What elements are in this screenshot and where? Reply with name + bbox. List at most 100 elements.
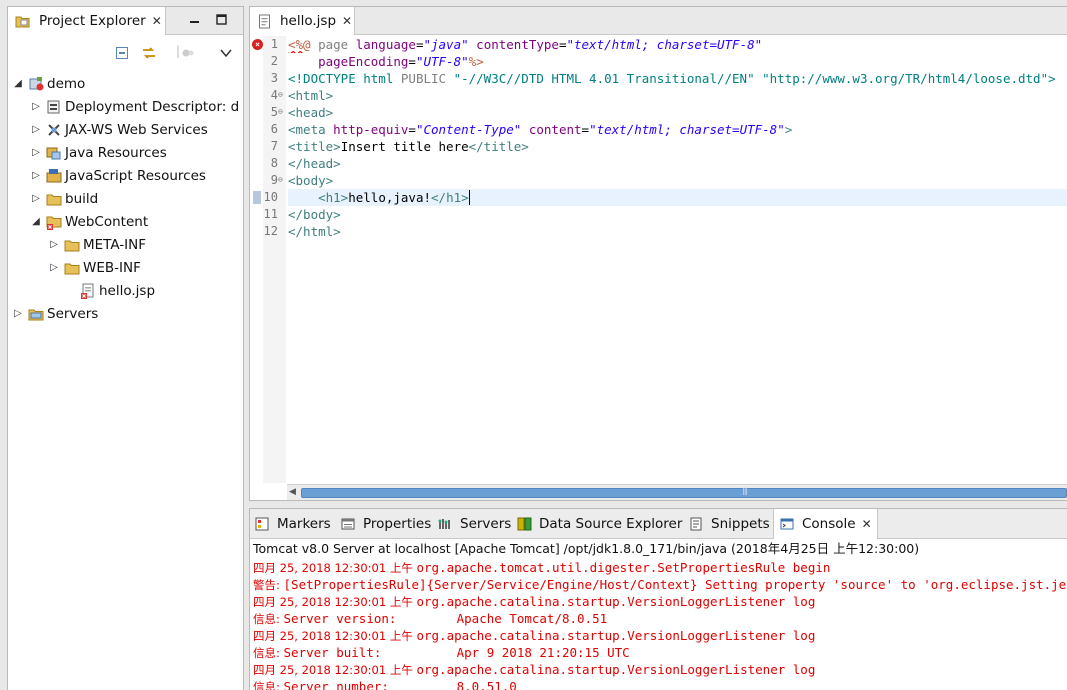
console-line: 四月 25, 2018 12:30:01 上午 org.apache.tomca… [253,560,831,575]
console-line: 警告: [SetPropertiesRule]{Server/Service/E… [253,577,1067,592]
console-line: 信息: Server built: Apr 9 2018 21:20:15 UT… [253,645,630,660]
current-code-line: <h1>hello,java!</h1> [288,189,1067,206]
chevron-right-icon[interactable]: ▷ [30,101,42,112]
chevron-right-icon[interactable]: ▷ [30,170,42,181]
tree-item-meta-inf[interactable]: ▷ META-INF [8,233,243,256]
line-number: 6 [270,122,278,136]
tree-item-deployment-descriptor[interactable]: ▷ Deployment Descriptor: d [8,95,243,118]
line-number: 2 [270,54,278,68]
code-editor[interactable]: × 1 2 3 4 ⊖ 5 ⊖ 6 7 8 9 ⊖ 10 11 12 <%@ p… [250,36,1067,483]
console-line: 四月 25, 2018 12:30:01 上午 org.apache.catal… [253,628,816,643]
maximize-icon[interactable] [216,14,227,28]
javascript-resources-icon [46,168,62,184]
line-number: 3 [270,71,278,85]
tree-item-label: build [65,190,99,207]
folder-error-icon [46,214,62,230]
code-line: <%@ page language="java" contentType="te… [288,37,763,52]
chevron-right-icon[interactable]: ▷ [48,239,60,250]
tree-item-label: JavaScript Resources [65,167,206,184]
tree-item-label: JAX-WS Web Services [65,121,208,138]
chevron-right-icon[interactable]: ▷ [12,308,24,319]
folder-icon [64,237,80,253]
tab-properties[interactable]: Properties [340,509,431,539]
tree-item-label: Servers [47,305,99,322]
error-icon[interactable]: × [252,39,263,50]
snippets-icon [688,516,704,532]
collapse-all-icon[interactable] [114,45,130,61]
web-project-icon [28,76,44,92]
line-number: 11 [263,207,278,221]
tab-markers[interactable]: Markers [254,509,331,539]
close-icon[interactable]: ✕ [152,14,162,28]
tree-item-label: Java Resources [65,144,167,161]
tree-item-label: Deployment Descriptor: d [65,98,240,115]
tree-item-label: META-INF [83,236,147,253]
tree-item-webcontent[interactable]: ◢ WebContent [8,210,243,233]
data-source-icon [516,516,532,532]
chevron-right-icon[interactable]: ▷ [30,124,42,135]
horizontal-scrollbar[interactable]: ◀ ||| [287,484,1067,500]
console-line: 信息: Server version: Apache Tomcat/8.0.51 [253,611,608,626]
tree-item-java-resources[interactable]: ▷ Java Resources [8,141,243,164]
project-explorer-view: Project Explorer ✕ | ◢ demo ▷ Deployment… [7,6,244,690]
focus-icon[interactable] [180,45,196,61]
line-number: 5 [270,105,278,119]
editor-area: hello.jsp ✕ × 1 2 3 4 ⊖ 5 ⊖ 6 7 8 9 ⊖ 10… [249,6,1067,501]
link-with-editor-icon[interactable] [141,45,157,61]
jsp-file-error-icon [80,283,96,299]
close-icon[interactable]: ✕ [342,14,352,28]
folder-icon [46,191,62,207]
tree-item-jax-ws[interactable]: ▷ JAX-WS Web Services [8,118,243,141]
tree-item-label: WebContent [65,213,149,230]
code-line: <head> [288,105,334,120]
code-text[interactable]: <%@ page language="java" contentType="te… [288,36,1067,483]
chevron-down-icon[interactable]: ◢ [30,216,42,227]
tree-item-label: WEB-INF [83,259,141,276]
servers-icon [437,516,453,532]
servers-folder-icon [28,306,44,322]
fold-icon[interactable]: ⊖ [278,171,287,188]
code-line: <meta http-equiv="Content-Type" content=… [288,122,793,137]
tab-hello-jsp[interactable]: hello.jsp ✕ [250,7,355,35]
editor-tabbar: hello.jsp ✕ [250,7,1067,35]
tree-item-hello-jsp[interactable]: hello.jsp [8,279,243,302]
fold-icon[interactable]: ⊖ [278,86,287,103]
code-line: pageEncoding="UTF-8"%> [288,54,484,69]
scroll-left-icon[interactable]: ◀ [289,487,296,497]
annotation-ruler: × [250,36,263,483]
project-explorer-icon [14,13,30,29]
tab-data-source-explorer[interactable]: Data Source Explorer [516,509,682,539]
console-line: 四月 25, 2018 12:30:01 上午 org.apache.catal… [253,662,816,677]
tree-item-demo[interactable]: ◢ demo [8,72,243,95]
tab-snippets[interactable]: Snippets [688,509,770,539]
project-tree: ◢ demo ▷ Deployment Descriptor: d ▷ JAX-… [8,69,243,325]
tree-item-build[interactable]: ▷ build [8,187,243,210]
chevron-right-icon[interactable]: ▷ [48,262,60,273]
code-line: <title>Insert title here</title> [288,139,529,154]
chevron-right-icon[interactable]: ▷ [30,147,42,158]
line-number: 4 [270,88,278,102]
eclipse-workbench: Project Explorer ✕ | ◢ demo ▷ Deployment… [0,0,1067,690]
console-icon [779,516,795,532]
webservices-icon [46,122,62,138]
line-number: 9 [270,173,278,187]
line-number-ruler: 1 2 3 4 ⊖ 5 ⊖ 6 7 8 9 ⊖ 10 11 12 [263,36,286,483]
tree-item-servers[interactable]: ▷ Servers [8,302,243,325]
chevron-down-icon[interactable]: ◢ [12,78,24,89]
close-icon[interactable]: ✕ [862,517,872,531]
view-menu-icon[interactable] [218,45,234,61]
console-output[interactable]: 四月 25, 2018 12:30:01 上午 org.apache.tomca… [250,559,1067,690]
scrollbar-thumb[interactable] [301,488,1067,498]
project-explorer-tab[interactable]: Project Explorer ✕ [8,7,166,35]
tree-item-web-inf[interactable]: ▷ WEB-INF [8,256,243,279]
tree-item-javascript-resources[interactable]: ▷ JavaScript Resources [8,164,243,187]
line-number: 8 [270,156,278,170]
tab-console[interactable]: Console ✕ [773,509,878,539]
code-line: </html> [288,224,341,239]
tab-servers[interactable]: Servers [437,509,511,539]
code-line: <!DOCTYPE html PUBLIC "-//W3C//DTD HTML … [288,71,1056,86]
minimize-icon[interactable] [189,14,200,28]
chevron-right-icon[interactable]: ▷ [30,193,42,204]
fold-icon[interactable]: ⊖ [278,103,287,120]
line-number: 12 [263,224,278,238]
